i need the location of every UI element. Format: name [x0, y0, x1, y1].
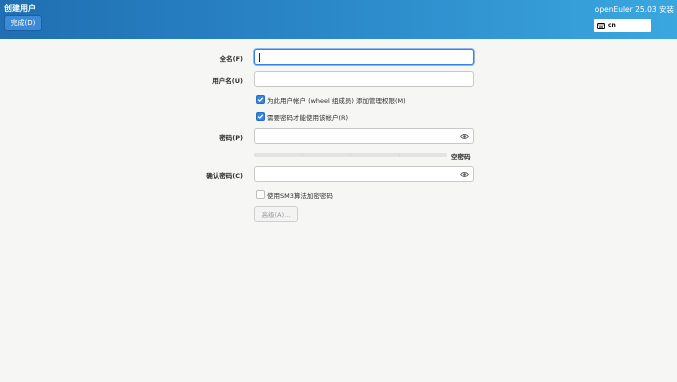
password-strength-label: 空密码 [451, 153, 471, 161]
fullname-field[interactable] [254, 49, 474, 65]
checkmark-icon [257, 97, 264, 103]
fullname-label: 全名(F) [219, 55, 243, 63]
username-field[interactable] [254, 71, 474, 87]
admin-checkbox-label[interactable]: 为此用户帐户 (wheel 组成员) 添加管理权限(M) [267, 95, 406, 105]
eye-icon[interactable] [460, 133, 469, 140]
advanced-button[interactable]: 高级(A)... [254, 206, 298, 222]
keyboard-layout-label: cn [608, 22, 616, 29]
require-password-label[interactable]: 需要密码才能使用该帐户(R) [267, 112, 348, 122]
password-label: 密码(P) [219, 134, 243, 142]
sm3-checkbox[interactable] [256, 190, 265, 199]
product-title: openEuler 25.03 安装 [594, 5, 674, 14]
username-label: 用户名(U) [212, 77, 243, 85]
admin-checkbox[interactable] [256, 95, 265, 104]
password-strength-bar [254, 153, 447, 157]
keyboard-layout-indicator[interactable]: cn [594, 19, 651, 32]
confirm-password-label: 确认密码(C) [206, 172, 243, 180]
page-title: 创建用户 [4, 4, 36, 13]
sm3-checkbox-label[interactable]: 使用SM3算法加密密码 [267, 190, 333, 200]
password-field[interactable] [254, 128, 474, 144]
require-password-checkbox[interactable] [256, 112, 265, 121]
eye-icon[interactable] [460, 171, 469, 178]
confirm-password-field[interactable] [254, 166, 474, 182]
checkmark-icon [257, 114, 264, 120]
header-bar: 创建用户 完成(D) openEuler 25.03 安装 cn [0, 0, 677, 39]
text-caret [259, 53, 260, 62]
done-button[interactable]: 完成(D) [4, 15, 42, 31]
keyboard-icon [597, 22, 605, 29]
